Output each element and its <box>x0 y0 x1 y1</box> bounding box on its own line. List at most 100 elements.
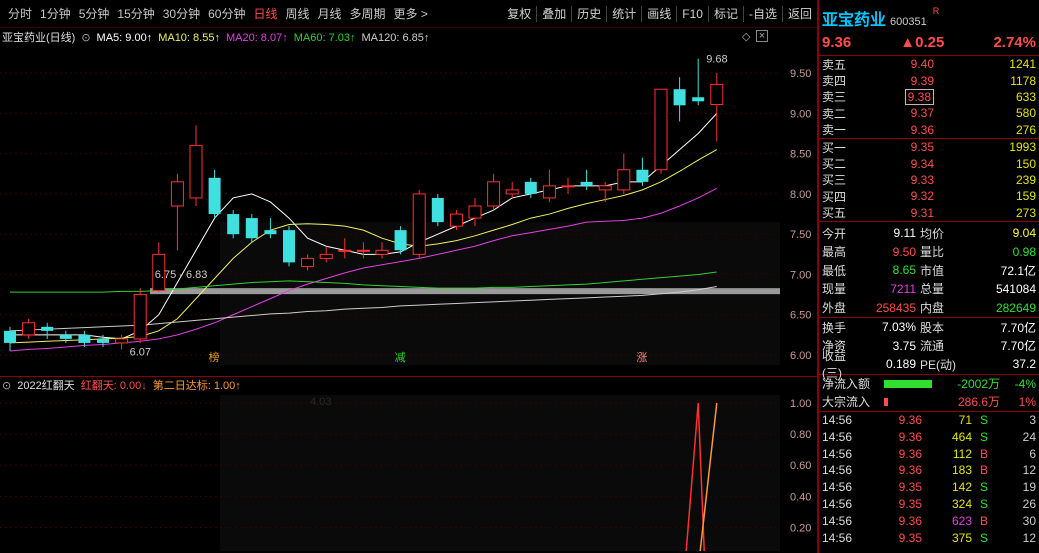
period-tab[interactable]: 月线 <box>314 5 346 22</box>
tick-row: 14:56 9.36 71 S 3 <box>819 412 1039 429</box>
asks-row[interactable]: 卖三 9.38 633 <box>819 88 1039 105</box>
toolbar-button[interactable]: 统计 <box>606 6 641 22</box>
candle-body <box>394 230 407 251</box>
stat-label: 股本 <box>920 320 945 335</box>
price-tick-label: 8.00 <box>790 189 811 201</box>
asks-price-value: 9.40 <box>910 57 934 72</box>
tick-count: 24 <box>1022 429 1036 444</box>
quote-header: 亚宝药业 600351 R <box>819 0 1039 30</box>
close-icon[interactable]: × <box>756 30 768 42</box>
period-tab[interactable]: 15分钟 <box>113 5 158 22</box>
bids-row[interactable]: 买一 9.35 1993 <box>819 139 1039 155</box>
expand-icon[interactable]: ⊙ <box>81 30 90 46</box>
flow-label: 大宗流入 <box>822 395 871 410</box>
flow-value: 286.6万 <box>957 395 1000 410</box>
bids-price-value: 9.31 <box>910 205 934 220</box>
indicator-watermark: 4.03 <box>310 396 331 408</box>
asks-row[interactable]: 卖五 9.40 1241 <box>819 56 1039 72</box>
toolbar-button[interactable]: 标记 <box>707 6 743 22</box>
candle-body <box>208 177 221 215</box>
period-tab[interactable]: 30分钟 <box>159 5 204 22</box>
period-tab[interactable]: 多周期 <box>346 5 390 22</box>
tick-count: 3 <box>1029 413 1036 428</box>
indicator-tick-label: 0.40 <box>790 491 811 503</box>
bids-price-value: 9.33 <box>910 172 934 187</box>
asks-volume: 633 <box>1015 89 1036 104</box>
period-tab[interactable]: 周线 <box>281 5 313 22</box>
tick-count: 12 <box>1022 530 1036 545</box>
period-tab[interactable]: 更多 > <box>390 5 432 22</box>
tick-price: 9.36 <box>898 513 922 528</box>
asks-row[interactable]: 卖二 9.37 580 <box>819 105 1039 121</box>
asks-row[interactable]: 卖一 9.36 276 <box>819 122 1039 138</box>
period-tab[interactable]: 分时 <box>4 5 36 22</box>
stat-label: 外盘 <box>822 301 847 316</box>
asks-row[interactable]: 卖四 9.39 1178 <box>819 72 1039 89</box>
toolbar-button[interactable]: -自选 <box>742 6 782 22</box>
ma-legend-item: MA5: 9.00↑ <box>96 32 153 44</box>
stat-value: 9.11 <box>893 226 916 241</box>
flow-label: 净流入额 <box>822 377 871 392</box>
bids-price-value: 9.32 <box>910 189 934 204</box>
toolbar-button[interactable]: 历史 <box>571 6 606 22</box>
stat-row: 外盘 258435 内盘 282649 <box>819 298 1039 317</box>
bids-price-value: 9.35 <box>910 140 934 155</box>
tick-volume: 71 <box>958 413 972 428</box>
candlestick-chart: 9.50 9.00 8.50 8.00 7.50 7.00 6.50 6.00 9.68 6.07… <box>0 54 811 365</box>
period-tab[interactable]: 5分钟 <box>75 5 114 22</box>
bids-row[interactable]: 买三 9.33 239 <box>819 172 1039 188</box>
tick-volume: 183 <box>951 463 972 478</box>
price-row: 9.36 ▲0.25 2.74% <box>819 30 1039 56</box>
candle-body <box>170 181 184 207</box>
toolbar-button[interactable]: 复权 <box>502 6 536 22</box>
ma-legend-item: MA120: 6.85↑ <box>361 32 430 44</box>
expand-icon[interactable]: ⊙ <box>2 378 11 394</box>
period-tab[interactable]: 1分钟 <box>36 5 75 22</box>
tick-time: 14:56 <box>822 513 853 528</box>
margin-flag: R <box>932 6 940 16</box>
tick-price: 9.36 <box>898 413 922 428</box>
asks-label: 卖三 <box>822 90 847 105</box>
indicator-tick-label: 1.00 <box>790 398 811 410</box>
bids-label: 买一 <box>822 140 847 155</box>
candle-body <box>41 326 54 331</box>
bids-row[interactable]: 买二 9.34 150 <box>819 155 1039 172</box>
candle-body <box>115 338 129 344</box>
tick-volume: 142 <box>951 480 972 495</box>
tick-time: 14:56 <box>822 530 853 545</box>
candle-body <box>524 181 537 194</box>
bids-row[interactable]: 买四 9.32 159 <box>819 188 1039 204</box>
stat-row: 最高 9.50 量比 0.98 <box>819 243 1039 262</box>
bids-volume: 1993 <box>1009 140 1036 155</box>
bids-row[interactable]: 买五 9.31 273 <box>819 205 1039 221</box>
candle-body <box>227 214 240 235</box>
tick-side: B <box>979 463 988 478</box>
toolbar-button[interactable]: 叠加 <box>536 6 571 22</box>
tick-row: 14:56 9.36 112 B 6 <box>819 445 1039 462</box>
candle-body <box>487 181 501 207</box>
indicator-line1: 红翻天: 0.00↓ <box>80 380 147 392</box>
toolbar-button[interactable]: F10 <box>676 6 708 22</box>
bids-price: 9.35 <box>864 140 934 154</box>
stock-code: 600351 <box>890 16 927 28</box>
period-tab[interactable]: 日线 <box>249 5 281 22</box>
asks-label: 卖二 <box>822 106 847 121</box>
tick-count: 19 <box>1022 480 1036 495</box>
tick-volume: 464 <box>951 429 972 444</box>
quote-panel: 亚宝药业 600351 R 9.36 ▲0.25 2.74% 卖五 9.40 124… <box>819 0 1039 553</box>
stat-label: 最低 <box>822 263 847 278</box>
diamond-icon[interactable]: ◇ <box>742 30 750 43</box>
candle-body <box>505 189 519 195</box>
candle-body <box>617 169 631 191</box>
stock-name[interactable]: 亚宝药业 <box>822 6 886 30</box>
candle-body <box>356 249 370 252</box>
bids-volume: 159 <box>1015 189 1036 204</box>
stat-label: 换手 <box>822 320 847 335</box>
chart-title: 亚宝药业(日线) <box>2 32 76 44</box>
tick-side: S <box>979 530 988 545</box>
period-tab[interactable]: 60分钟 <box>204 5 249 22</box>
bids-volume: 273 <box>1015 205 1036 220</box>
tick-volume: 623 <box>951 513 972 528</box>
toolbar-button[interactable]: 返回 <box>781 6 817 22</box>
toolbar-button[interactable]: 画线 <box>641 6 676 22</box>
